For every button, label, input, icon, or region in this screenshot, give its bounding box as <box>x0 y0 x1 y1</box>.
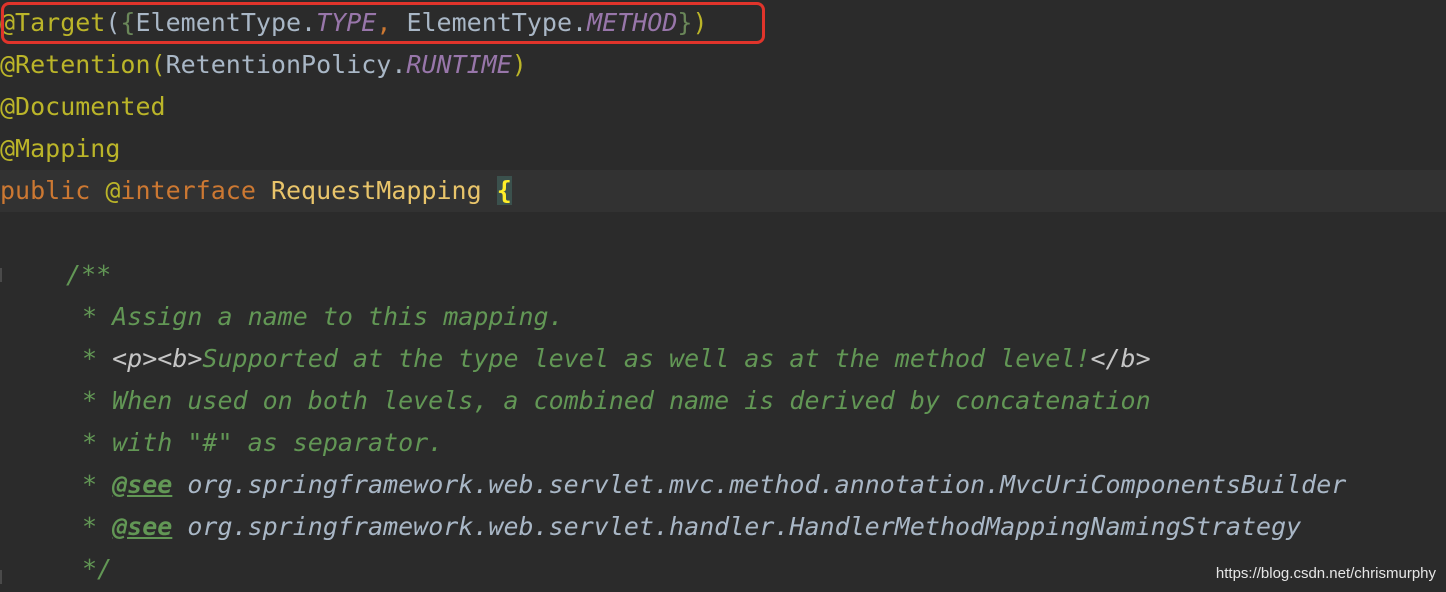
doc-see-line-2: * @see org.springframework.web.servlet.h… <box>82 506 1446 548</box>
doc-line-1: * Assign a name to this mapping. <box>82 296 1446 338</box>
fold-marker-end[interactable] <box>0 570 2 584</box>
fold-marker[interactable] <box>0 268 2 282</box>
doc-html-open: <p><b> <box>112 344 203 373</box>
keyword-public: public <box>0 176 91 205</box>
doc-see-tag[interactable]: @see <box>112 470 172 499</box>
highlight-box <box>1 2 765 44</box>
doc-close: */ <box>82 554 113 583</box>
doc-star: * <box>82 512 113 541</box>
doc-open: /** <box>66 260 112 289</box>
doc-text-4: * with "#" as separator. <box>82 428 444 457</box>
doc-line-4: * with "#" as separator. <box>82 422 1446 464</box>
at-sign: @ <box>90 176 121 205</box>
class-retention-policy: RetentionPolicy. <box>165 50 407 79</box>
code-line-3: @Documented <box>0 86 1446 128</box>
brace-match: { <box>496 176 512 205</box>
annotation-mapping: @Mapping <box>0 134 121 163</box>
doc-line-2: * <p><b>Supported at the type level as w… <box>82 338 1446 380</box>
code-editor[interactable]: @Target({ElementType.TYPE, ElementType.M… <box>0 0 1446 592</box>
annotation-documented: @Documented <box>0 92 166 121</box>
code-line-4: @Mapping <box>0 128 1446 170</box>
doc-line-3: * When used on both levels, a combined n… <box>82 380 1446 422</box>
code-line-2: @Retention(RetentionPolicy.RUNTIME) <box>0 44 1446 86</box>
doc-open-line: /** <box>66 254 1446 296</box>
doc-see-tag[interactable]: @see <box>112 512 172 541</box>
doc-see-ref-1[interactable]: org.springframework.web.servlet.mvc.meth… <box>172 470 1346 499</box>
const-runtime: RUNTIME <box>406 50 512 79</box>
doc-see-ref-2[interactable]: org.springframework.web.servlet.handler.… <box>172 512 1301 541</box>
code-line-5: public @interface RequestMapping { <box>0 170 1446 212</box>
doc-text-2: Supported at the type level as well as a… <box>202 344 1091 373</box>
watermark: https://blog.csdn.net/chrismurphy <box>1215 565 1436 582</box>
interface-name: RequestMapping <box>255 176 497 205</box>
annotation-retention: @Retention <box>0 50 151 79</box>
paren-close: ) <box>511 50 527 79</box>
doc-star: * <box>82 470 113 499</box>
paren-open: ( <box>150 50 166 79</box>
doc-html-close: </b> <box>1090 344 1151 373</box>
keyword-interface: interface <box>120 176 256 205</box>
doc-star: * <box>82 344 113 373</box>
doc-text-1: * Assign a name to this mapping. <box>82 302 564 331</box>
doc-text-3: * When used on both levels, a combined n… <box>82 386 1151 415</box>
doc-see-line-1: * @see org.springframework.web.servlet.m… <box>82 464 1446 506</box>
